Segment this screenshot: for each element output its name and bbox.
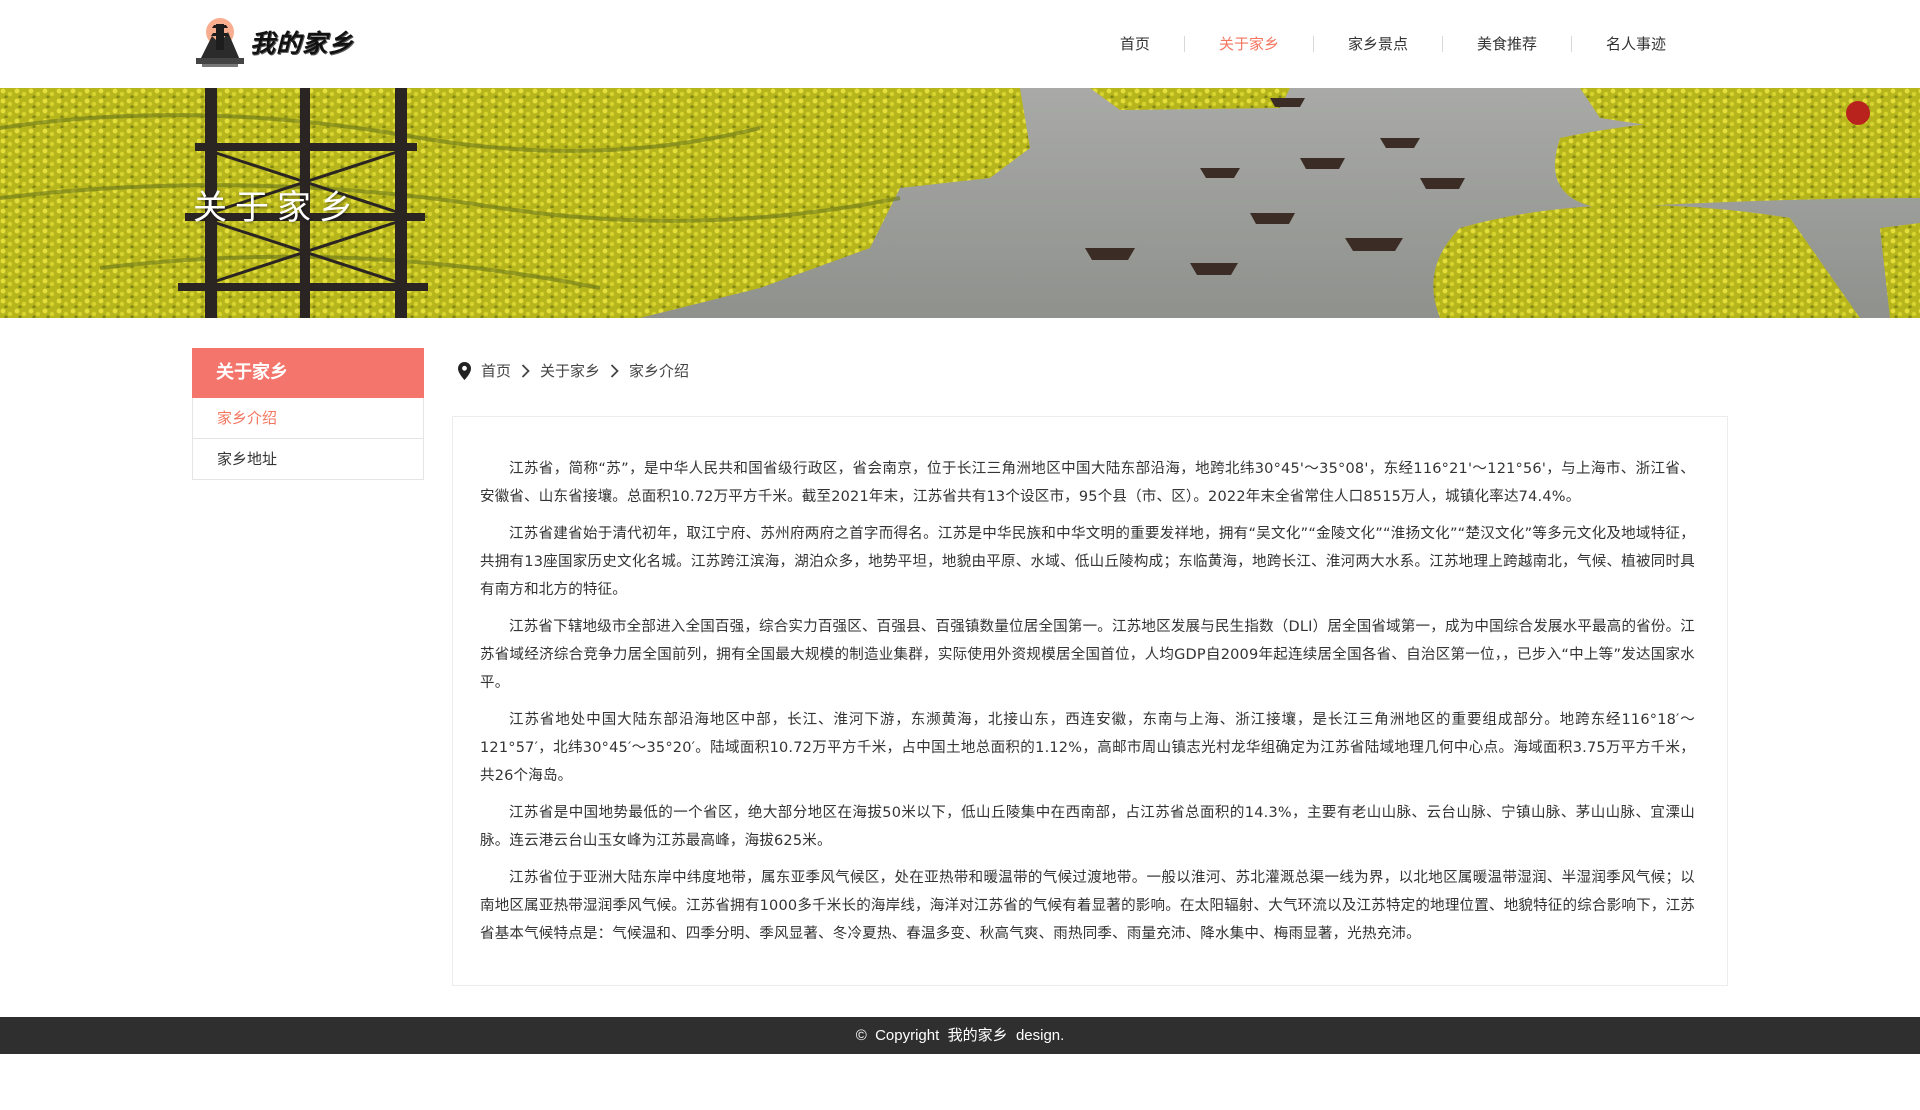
article-paragraph: 江苏省，简称“苏”，是中华人民共和国省级行政区，省会南京，位于长江三角洲地区中国…	[480, 461, 1695, 505]
article-paragraph: 江苏省下辖地级市全部进入全国百强，综合实力百强区、百强县、百强镇数量位居全国第一…	[480, 619, 1695, 691]
chevron-right-icon	[521, 363, 530, 378]
article-paragraph: 江苏省位于亚洲大陆东岸中纬度地带，属东亚季风气候区，处在亚热带和暖温带的气候过渡…	[480, 870, 1695, 942]
banner-title: 关于家乡	[193, 188, 361, 228]
nav-scenic-spots[interactable]: 家乡景点	[1314, 30, 1442, 58]
article-content: 江苏省，简称“苏”，是中华人民共和国省级行政区，省会南京，位于长江三角洲地区中国…	[452, 416, 1728, 986]
chevron-right-icon	[610, 363, 619, 378]
breadcrumb-current: 家乡介绍	[629, 362, 690, 380]
nav-home[interactable]: 首页	[1086, 30, 1184, 58]
sidebar-item-introduction[interactable]: 家乡介绍	[192, 398, 424, 439]
pagoda-logo-icon	[196, 14, 244, 70]
article-paragraph: 江苏省是中国地势最低的一个省区，绝大部分地区在海拔50米以下，低山丘陵集中在西南…	[480, 805, 1695, 849]
site-logo[interactable]: 我的家乡	[196, 12, 354, 72]
breadcrumb: 首页 关于家乡 家乡介绍	[458, 360, 689, 381]
logo-text: 我的家乡	[250, 29, 355, 58]
article-paragraph: 江苏省地处中国大陆东部沿海地区中部，长江、淮河下游，东濒黄海，北接山东，西连安徽…	[480, 712, 1695, 784]
sidebar: 关于家乡 家乡介绍 家乡地址	[192, 348, 424, 480]
site-header: 我的家乡 首页 关于家乡 家乡景点 美食推荐 名人事迹	[0, 0, 1920, 88]
main-nav: 首页 关于家乡 家乡景点 美食推荐 名人事迹	[1086, 30, 1700, 58]
nav-food[interactable]: 美食推荐	[1443, 30, 1571, 58]
breadcrumb-about[interactable]: 关于家乡	[540, 360, 600, 381]
copyright-text: © Copyright 我的家乡 design.	[855, 1027, 1065, 1044]
site-footer: © Copyright 我的家乡 design.	[0, 1017, 1920, 1054]
sidebar-item-address[interactable]: 家乡地址	[192, 439, 424, 480]
article-paragraph: 江苏省建省始于清代初年，取江宁府、苏州府两府之首字而得名。江苏是中华民族和中华文…	[480, 526, 1695, 598]
hero-banner: 关于家乡	[0, 88, 1920, 318]
sidebar-heading: 关于家乡	[192, 348, 424, 398]
nav-about-hometown[interactable]: 关于家乡	[1185, 30, 1313, 58]
breadcrumb-home[interactable]: 首页	[481, 360, 511, 381]
nav-celebrities[interactable]: 名人事迹	[1572, 30, 1700, 58]
location-pin-icon	[458, 361, 471, 380]
